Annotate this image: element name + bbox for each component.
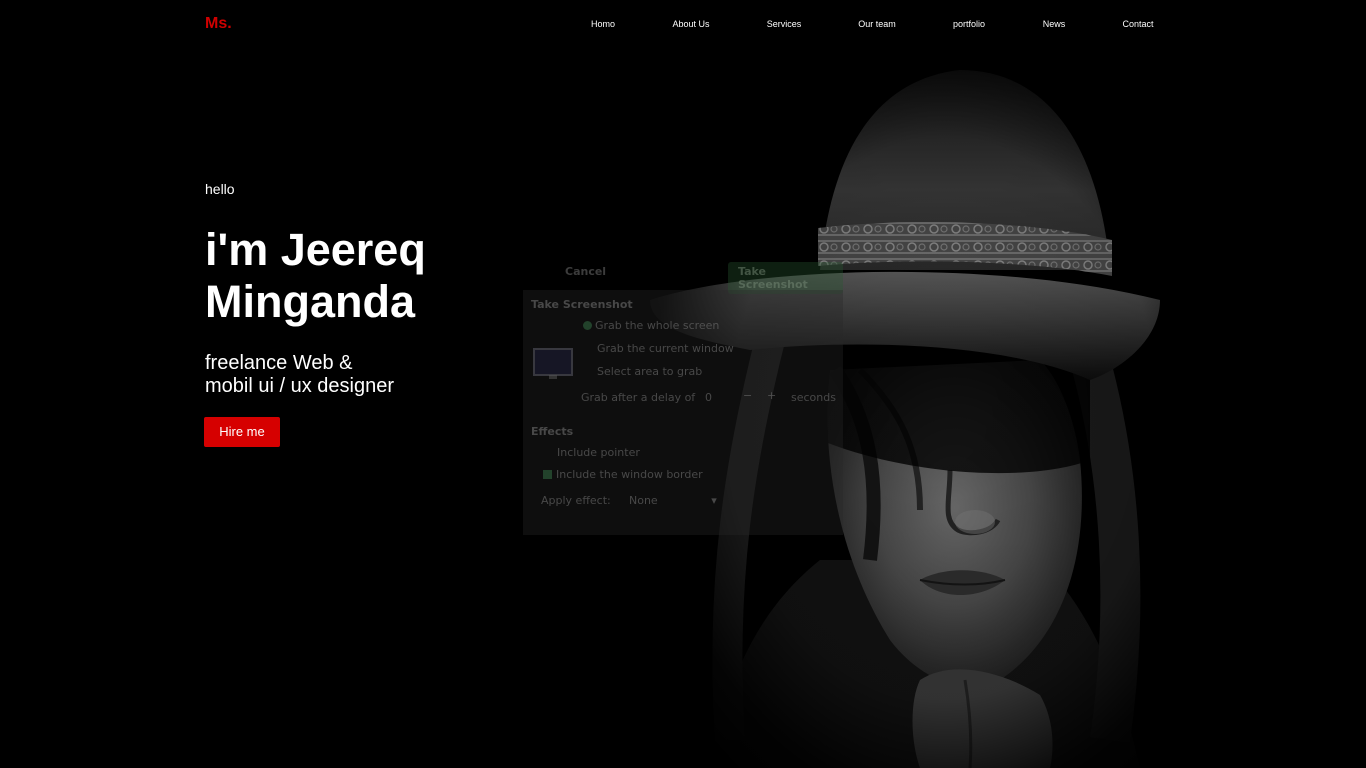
checkbox-checked-icon	[543, 470, 552, 479]
hero-title-line1: i'm Jeereq	[205, 224, 426, 275]
hero-subtitle: freelance Web & mobil ui / ux designer	[205, 352, 394, 398]
hero-title-line2: Minganda	[205, 276, 415, 327]
delay-input[interactable]: 0	[705, 391, 712, 404]
hero-greeting: hello	[205, 181, 235, 197]
monitor-icon	[533, 348, 573, 379]
option-select-area[interactable]: Select area to grab	[597, 365, 702, 378]
screenshot-dialog: Take Screenshot Grab the whole screen Gr…	[523, 290, 843, 535]
include-border-checkbox[interactable]: Include the window border	[543, 468, 703, 481]
increment-icon[interactable]: +	[767, 389, 776, 402]
nav-link-our-team[interactable]: Our team	[858, 19, 896, 29]
hero-subtitle-line2: mobil ui / ux designer	[205, 375, 394, 397]
option-current-window[interactable]: Grab the current window	[597, 342, 734, 355]
screenshot-dialog-header: Cancel Take Screenshot	[523, 262, 843, 294]
delay-label: Grab after a delay of	[581, 391, 696, 404]
nav-link-about-us[interactable]: About Us	[672, 19, 709, 29]
chevron-down-icon: ▾	[711, 494, 717, 507]
radio-selected-icon	[583, 321, 592, 330]
include-pointer-checkbox[interactable]: Include pointer	[557, 446, 640, 459]
hero-subtitle-line1: freelance Web &	[205, 352, 353, 374]
effects-title: Effects	[531, 425, 574, 438]
dialog-section-title: Take Screenshot	[531, 298, 633, 311]
nav-link-news[interactable]: News	[1043, 19, 1066, 29]
apply-effect-value: None	[629, 494, 658, 507]
main-nav: Homo About Us Services Our team portfoli…	[560, 19, 1180, 31]
nav-link-portfolio[interactable]: portfolio	[953, 19, 985, 29]
nav-link-contact[interactable]: Contact	[1122, 19, 1153, 29]
apply-effect-label: Apply effect:	[541, 494, 611, 507]
nav-link-services[interactable]: Services	[767, 19, 802, 29]
decrement-icon[interactable]: −	[743, 389, 752, 402]
hire-me-button[interactable]: Hire me	[204, 417, 280, 447]
delay-unit: seconds	[791, 391, 836, 404]
nav-link-home[interactable]: Homo	[591, 19, 615, 29]
site-logo[interactable]: Ms.	[205, 15, 232, 33]
apply-effect-select[interactable]: None ▾	[629, 494, 717, 507]
hero-title: i'm Jeereq Minganda	[205, 224, 485, 328]
include-border-label: Include the window border	[556, 468, 703, 481]
page: Ms. Homo About Us Services Our team port…	[0, 0, 1366, 768]
option-whole-screen-label: Grab the whole screen	[595, 319, 720, 332]
option-whole-screen[interactable]: Grab the whole screen	[583, 319, 719, 332]
screenshot-cancel-button[interactable]: Cancel	[565, 265, 606, 278]
